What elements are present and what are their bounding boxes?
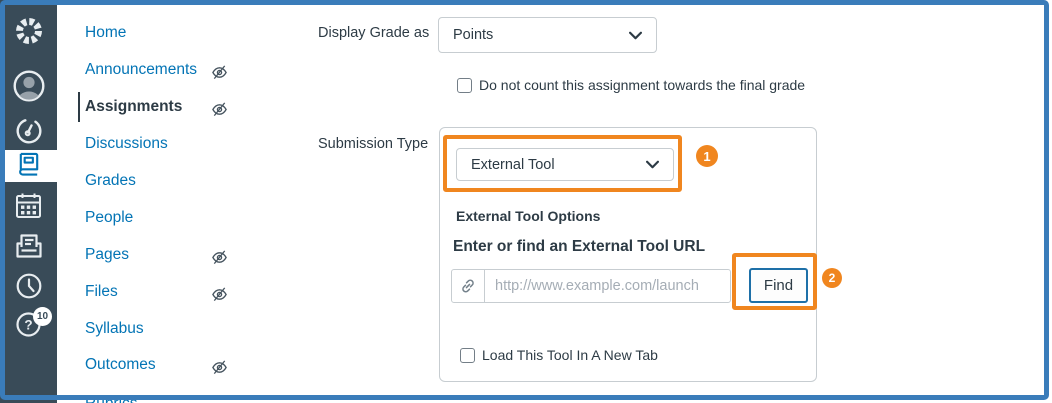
submission-type-select[interactable]: External Tool [456,148,674,181]
hidden-eye-icon [211,286,228,303]
course-nav-syllabus[interactable]: Syllabus [85,320,144,338]
course-nav-assignments[interactable]: Assignments [85,98,182,116]
new-tab-checkbox[interactable] [460,348,475,363]
history-clock-icon [14,271,44,304]
submission-type-panel: External Tool External Tool Options Ente… [439,127,817,382]
submission-type-label: Submission Type [318,136,428,152]
final-grade-checkbox[interactable] [457,78,472,93]
inbox-nav-button[interactable] [0,232,57,263]
course-nav-announcements[interactable]: Announcements [85,61,197,79]
hidden-eye-icon [211,101,228,118]
new-tab-checkbox-row: Load This Tool In A New Tab [460,347,658,363]
course-nav-rubrics-clipped[interactable]: Rubrics [85,395,138,403]
hidden-eye-icon [211,249,228,266]
help-count-badge: 10 [33,307,52,326]
external-tool-options-heading: External Tool Options [456,208,600,224]
account-icon [12,69,46,106]
chevron-down-icon [646,160,659,169]
final-grade-checkbox-row: Do not count this assignment towards the… [457,77,805,93]
chevron-down-icon [629,31,642,40]
canvas-assignment-settings-screen: ? 10 Home Announcements Assignments Disc… [0,0,1052,403]
submission-type-selected-value: External Tool [471,157,555,173]
display-grade-selected-value: Points [453,27,493,43]
active-item-indicator [78,92,80,122]
hidden-eye-icon [211,64,228,81]
courses-icon [16,151,42,181]
course-nav-files[interactable]: Files [85,283,118,301]
annotation-badge-step2: 2 [822,268,842,288]
external-tool-url-heading: Enter or find an External Tool URL [453,238,705,256]
calendar-icon [14,191,43,223]
course-nav-pages[interactable]: Pages [85,246,129,264]
account-nav-button[interactable] [0,69,57,105]
link-icon [452,270,485,302]
course-nav-grades[interactable]: Grades [85,172,136,190]
new-tab-checkbox-label: Load This Tool In A New Tab [482,347,658,363]
display-grade-select[interactable]: Points [438,17,657,53]
history-nav-button[interactable] [0,272,57,303]
final-grade-checkbox-label: Do not count this assignment towards the… [479,77,805,93]
display-grade-label: Display Grade as [318,25,429,41]
dashboard-icon [14,116,44,149]
canvas-logo-icon [14,16,44,49]
external-tool-url-input[interactable] [485,270,730,302]
find-button[interactable]: Find [749,268,808,303]
calendar-nav-button[interactable] [0,192,57,222]
canvas-logo[interactable] [0,16,57,48]
external-tool-url-group [451,269,731,303]
dashboard-nav-button[interactable] [0,117,57,147]
courses-nav-button-active[interactable] [0,150,57,182]
hidden-eye-icon [211,359,228,376]
global-nav-sidebar: ? 10 [0,0,57,403]
svg-text:?: ? [24,317,32,332]
annotation-badge-step1: 1 [696,145,718,167]
inbox-icon [14,231,44,264]
course-nav-outcomes[interactable]: Outcomes [85,356,156,374]
course-nav-people[interactable]: People [85,209,133,227]
course-nav-home[interactable]: Home [85,24,126,42]
course-nav-discussions[interactable]: Discussions [85,135,168,153]
